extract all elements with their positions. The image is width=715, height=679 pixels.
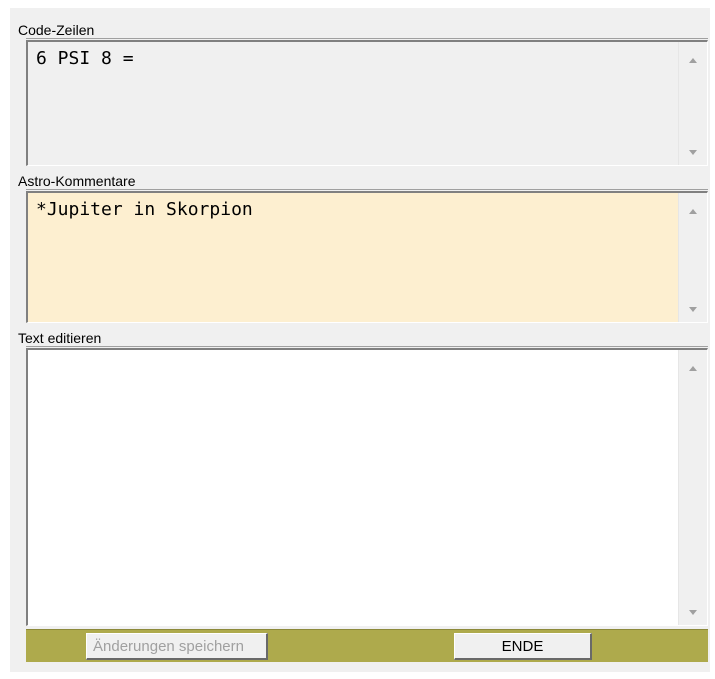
edit-text-scrollbar[interactable] (678, 350, 707, 625)
scroll-up-arrow-icon[interactable] (689, 366, 697, 371)
scroll-up-arrow-icon[interactable] (689, 58, 697, 63)
save-changes-label: Änderungen speichern (93, 638, 244, 655)
code-lines-divider (26, 38, 708, 39)
edit-text-content[interactable] (28, 350, 678, 625)
button-bar: Änderungen speichern ENDE (26, 629, 708, 662)
edit-text-divider (26, 346, 708, 347)
astro-comments-divider (26, 189, 708, 190)
code-lines-label: Code-Zeilen (18, 22, 95, 38)
save-changes-button[interactable]: Änderungen speichern (86, 633, 268, 660)
end-button[interactable]: ENDE (454, 633, 592, 660)
edit-text-area[interactable] (26, 348, 708, 626)
astro-comments-text[interactable]: *Jupiter in Skorpion (28, 193, 678, 322)
scroll-up-arrow-icon[interactable] (689, 209, 697, 214)
edit-text-label: Text editieren (18, 330, 102, 346)
astro-comments-scrollbar[interactable] (678, 193, 707, 322)
scroll-down-arrow-icon[interactable] (689, 150, 697, 155)
astro-comments-box[interactable]: *Jupiter in Skorpion (26, 191, 708, 323)
end-button-label: ENDE (501, 638, 544, 655)
code-lines-box[interactable]: 6 PSI 8 = (26, 40, 708, 166)
scroll-down-arrow-icon[interactable] (689, 610, 697, 615)
code-lines-scrollbar[interactable] (678, 42, 707, 165)
astro-comments-label: Astro-Kommentare (18, 173, 136, 189)
scroll-down-arrow-icon[interactable] (689, 307, 697, 312)
code-lines-text[interactable]: 6 PSI 8 = (28, 42, 678, 165)
